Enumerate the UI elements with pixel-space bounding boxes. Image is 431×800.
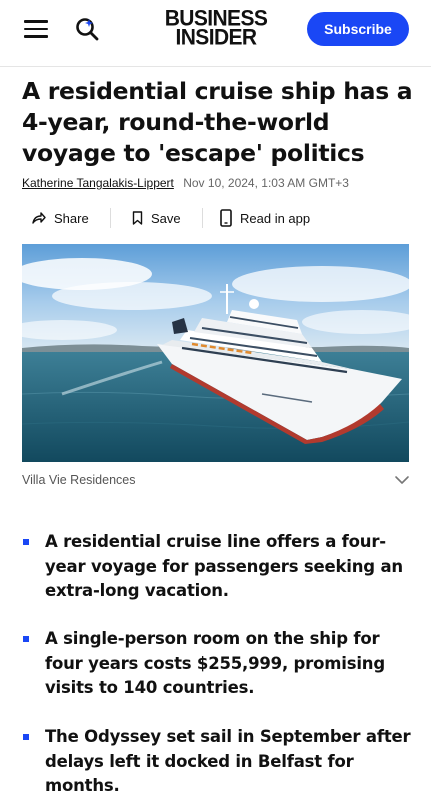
bookmark-icon [132, 211, 143, 225]
chevron-down-icon[interactable] [394, 474, 410, 486]
key-point-text: A single-person room on the ship for fou… [45, 629, 385, 697]
action-divider [110, 208, 111, 228]
save-button[interactable]: Save [132, 205, 181, 231]
key-point-text: The Odyssey set sail in September after … [45, 727, 411, 795]
action-divider [202, 208, 203, 228]
search-icon[interactable] [74, 16, 100, 42]
bullet-marker [23, 636, 29, 642]
phone-icon [220, 209, 232, 227]
author-link[interactable]: Katherine Tangalakis-Lippert [22, 176, 174, 190]
menu-icon[interactable] [24, 20, 48, 38]
cruise-ship-photo[interactable] [22, 244, 409, 462]
site-header: BUSINESS INSIDER Subscribe [0, 0, 431, 64]
subscribe-button[interactable]: Subscribe [307, 12, 409, 46]
save-label: Save [151, 210, 181, 226]
article-action-bar: Share Save Read in app [22, 205, 417, 231]
read-in-app-label: Read in app [240, 210, 311, 226]
publish-timestamp: Nov 10, 2024, 1:03 AM GMT+3 [183, 176, 349, 190]
share-button[interactable]: Share [32, 205, 89, 231]
share-label: Share [54, 210, 89, 226]
byline: Katherine Tangalakis-Lippert Nov 10, 202… [22, 176, 422, 190]
share-icon [32, 212, 46, 224]
key-point-text: A residential cruise line offers a four-… [45, 532, 403, 600]
header-divider [0, 66, 431, 67]
read-in-app-button[interactable]: Read in app [220, 205, 310, 231]
bullet-marker [23, 539, 29, 545]
image-caption: Villa Vie Residences [22, 473, 136, 487]
site-logo[interactable]: BUSINESS INSIDER [158, 7, 274, 48]
article-title: A residential cruise ship has a 4-year, … [22, 77, 413, 167]
bullet-marker [23, 734, 29, 740]
